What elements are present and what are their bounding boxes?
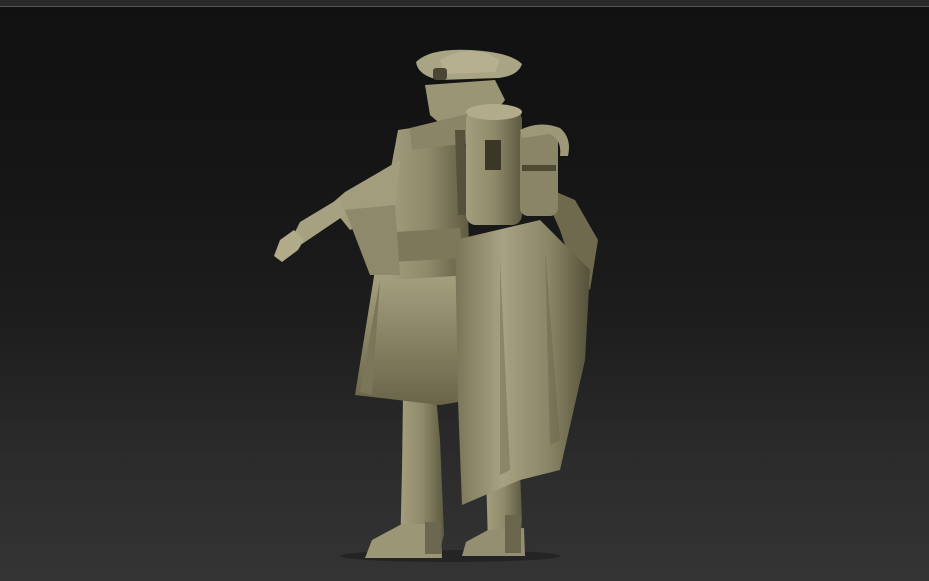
- long-cape: [455, 220, 590, 505]
- right-boot-strap: [505, 515, 521, 553]
- left-boot-buckle: [425, 522, 441, 554]
- sculpted-character-model[interactable]: [0, 0, 929, 581]
- backpack-side-tank-band: [522, 165, 556, 171]
- backpack-main-tank-detail: [485, 140, 501, 170]
- torso-belt: [393, 228, 462, 262]
- backpack-side-tank: [520, 128, 558, 216]
- backpack-main-tank-cap: [466, 104, 522, 120]
- hat-ornament: [433, 68, 447, 80]
- 3d-viewport[interactable]: [0, 0, 929, 581]
- left-arm-hang: [345, 205, 400, 275]
